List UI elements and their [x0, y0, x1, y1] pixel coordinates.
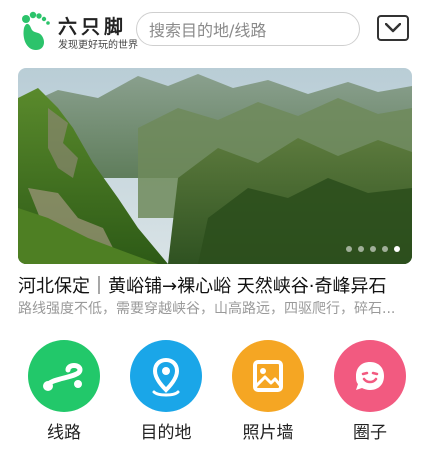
- menu-dropdown-button[interactable]: [377, 15, 409, 41]
- mountain-valley-photo: [18, 68, 412, 264]
- carousel-dot-active[interactable]: [394, 246, 400, 252]
- app-header: 六只脚 发现更好玩的世界: [0, 0, 430, 62]
- chat-smile-icon: [334, 340, 406, 412]
- carousel-dot[interactable]: [370, 246, 376, 252]
- article-summary[interactable]: 路线强度不低，需要穿越峡谷，山高路远，四驱爬行，碎石...: [18, 298, 412, 318]
- search-input[interactable]: [147, 18, 351, 42]
- nav-label: 照片墙: [242, 423, 294, 443]
- quick-nav: 线路 目的地 照片墙 圈子: [0, 336, 430, 446]
- featured-banner[interactable]: [18, 68, 412, 264]
- article-title[interactable]: 河北保定｜黄峪铺→裸心峪 天然峡谷·奇峰异石: [18, 272, 418, 298]
- brand-subtitle: 发现更好玩的世界: [58, 40, 138, 51]
- carousel-dot[interactable]: [346, 246, 352, 252]
- photo-icon: [232, 340, 304, 412]
- location-pin-icon: [130, 340, 202, 412]
- carousel-dot[interactable]: [358, 246, 364, 252]
- nav-item-destinations[interactable]: 目的地: [120, 336, 210, 446]
- nav-item-routes[interactable]: 线路: [18, 336, 108, 446]
- nav-label: 线路: [47, 423, 81, 443]
- nav-label: 目的地: [140, 423, 192, 443]
- search-box[interactable]: [136, 12, 360, 46]
- nav-item-circles[interactable]: 圈子: [324, 336, 414, 446]
- nav-item-photo-wall[interactable]: 照片墙: [222, 336, 312, 446]
- nav-label: 圈子: [353, 423, 387, 443]
- carousel-indicator: [346, 246, 400, 252]
- brand-title: 六只脚: [58, 16, 128, 38]
- footprint-logo-icon: [18, 10, 52, 52]
- route-icon: [28, 340, 100, 412]
- chevron-down-icon: [385, 23, 401, 33]
- carousel-dot[interactable]: [382, 246, 388, 252]
